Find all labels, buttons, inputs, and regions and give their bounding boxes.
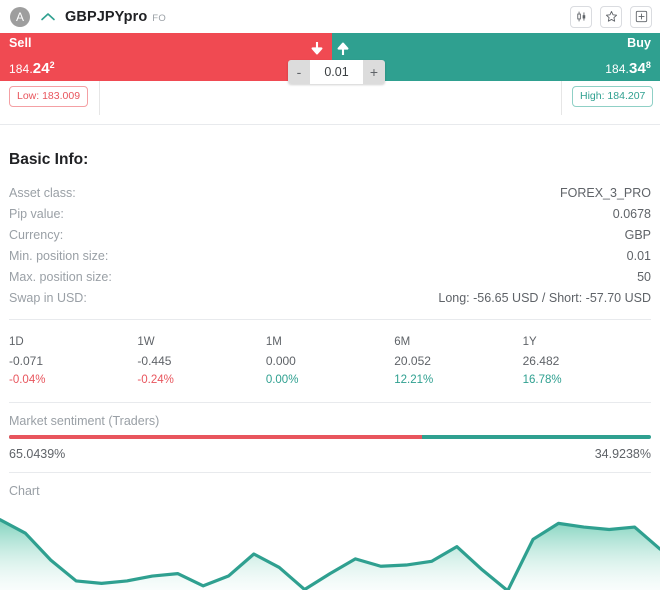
symbol-suffix-badge: FO bbox=[152, 12, 167, 24]
performance-percent: -0.04% bbox=[9, 374, 46, 386]
price-chart[interactable] bbox=[0, 502, 660, 590]
performance-row: 1D -0.071 -0.04% 1W -0.445 -0.24% 1M 0.0… bbox=[9, 333, 651, 390]
performance-absolute: 0.000 bbox=[265, 354, 296, 368]
star-favorite-icon[interactable] bbox=[600, 5, 622, 28]
performance-column-1m: 1M 0.000 0.00% bbox=[266, 333, 394, 390]
sentiment-sell-percent: 65.0439% bbox=[9, 447, 66, 461]
performance-column-1y: 1Y 26.482 16.78% bbox=[523, 333, 651, 390]
arrow-down-icon bbox=[311, 42, 323, 55]
info-row: Asset class: FOREX_3_PRO bbox=[9, 182, 651, 203]
info-label: Pip value: bbox=[9, 206, 64, 221]
info-divider bbox=[9, 319, 651, 320]
buy-price-sup: 8 bbox=[645, 60, 651, 70]
low-high-row: Low: 183.009 High: 184.207 bbox=[0, 81, 660, 115]
performance-percent: -0.24% bbox=[137, 374, 174, 386]
info-value: 50 bbox=[637, 269, 651, 284]
high-badge: High: 184.207 bbox=[572, 86, 654, 107]
quantity-increment-button[interactable]: + bbox=[363, 60, 385, 84]
app-header: A GBPJPYpro FO bbox=[0, 0, 660, 33]
info-label: Max. position size: bbox=[9, 269, 112, 284]
info-value: 0.01 bbox=[626, 248, 651, 263]
performance-column-1d: 1D -0.071 -0.04% bbox=[9, 333, 137, 390]
sell-label: Sell bbox=[9, 36, 32, 50]
performance-period: 6M bbox=[394, 336, 411, 348]
info-label: Currency: bbox=[9, 227, 64, 242]
sell-price-int: 184. bbox=[9, 62, 33, 76]
performance-absolute: -0.071 bbox=[9, 354, 44, 368]
performance-period: 1W bbox=[137, 336, 155, 348]
arrow-up-icon bbox=[337, 42, 349, 55]
buy-price-main: 34 bbox=[629, 60, 646, 77]
quantity-decrement-button[interactable]: - bbox=[288, 60, 310, 84]
page-title: GBPJPYpro FO bbox=[65, 9, 166, 25]
chart-title: Chart bbox=[9, 484, 40, 498]
symbol-name: GBPJPYpro bbox=[65, 8, 148, 25]
sentiment-title: Market sentiment (Traders) bbox=[9, 414, 160, 428]
performance-column-1w: 1W -0.445 -0.24% bbox=[137, 333, 265, 390]
buy-label: Buy bbox=[627, 36, 651, 50]
buy-price-int: 184. bbox=[605, 62, 629, 76]
plus-add-icon[interactable] bbox=[630, 5, 652, 28]
info-row: Swap in USD: Long: -56.65 USD / Short: -… bbox=[9, 287, 651, 308]
sell-price: 184.242 bbox=[9, 60, 55, 77]
performance-divider bbox=[9, 402, 651, 403]
performance-period: 1Y bbox=[522, 336, 537, 348]
info-value: 0.0678 bbox=[612, 206, 651, 221]
performance-percent: 16.78% bbox=[522, 374, 562, 386]
sell-price-main: 24 bbox=[32, 60, 50, 77]
sell-button[interactable]: Sell 184.242 bbox=[0, 33, 332, 81]
performance-period: 1D bbox=[9, 336, 24, 348]
performance-column-6m: 6M 20.052 12.21% bbox=[394, 333, 522, 390]
performance-percent: 12.21% bbox=[394, 374, 434, 386]
quantity-stepper[interactable]: - 0.01 + bbox=[288, 60, 385, 84]
price-chart-svg bbox=[0, 518, 660, 590]
info-label: Swap in USD: bbox=[9, 290, 87, 305]
basic-info-section: Basic Info: Asset class: FOREX_3_PRO Pip… bbox=[0, 151, 660, 498]
info-row: Min. position size: 0.01 bbox=[9, 245, 651, 266]
sentiment-divider bbox=[9, 472, 651, 473]
avatar: A bbox=[10, 6, 30, 27]
section-divider bbox=[0, 124, 660, 125]
info-value: FOREX_3_PRO bbox=[559, 185, 651, 200]
sell-price-sup: 2 bbox=[49, 60, 55, 70]
sentiment-bar bbox=[9, 435, 651, 439]
info-label: Min. position size: bbox=[9, 248, 109, 263]
info-label: Asset class: bbox=[9, 185, 76, 200]
sentiment-buy-percent: 34.9238% bbox=[594, 447, 651, 461]
info-row: Pip value: 0.0678 bbox=[9, 203, 651, 224]
performance-absolute: 26.482 bbox=[522, 354, 560, 368]
sentiment-values: 65.0439% 34.9238% bbox=[9, 447, 651, 461]
performance-period: 1M bbox=[265, 336, 282, 348]
info-value: Long: -56.65 USD / Short: -57.70 USD bbox=[438, 290, 651, 305]
info-row: Max. position size: 50 bbox=[9, 266, 651, 287]
performance-absolute: 20.052 bbox=[394, 354, 431, 368]
info-value: GBP bbox=[624, 227, 651, 242]
divider-right bbox=[561, 81, 562, 115]
sentiment-sell-fill bbox=[9, 435, 423, 439]
performance-absolute: -0.445 bbox=[137, 354, 172, 368]
performance-percent: 0.00% bbox=[265, 374, 299, 386]
candlestick-chart-icon[interactable] bbox=[570, 5, 592, 28]
basic-info-title: Basic Info: bbox=[9, 151, 89, 168]
divider-left bbox=[99, 81, 100, 115]
low-badge: Low: 183.009 bbox=[9, 86, 89, 107]
chart-area-fill bbox=[0, 519, 660, 590]
quantity-input[interactable]: 0.01 bbox=[310, 60, 363, 84]
info-row: Currency: GBP bbox=[9, 224, 651, 245]
buy-price: 184.348 bbox=[605, 60, 651, 77]
chevron-up-icon bbox=[41, 12, 55, 20]
